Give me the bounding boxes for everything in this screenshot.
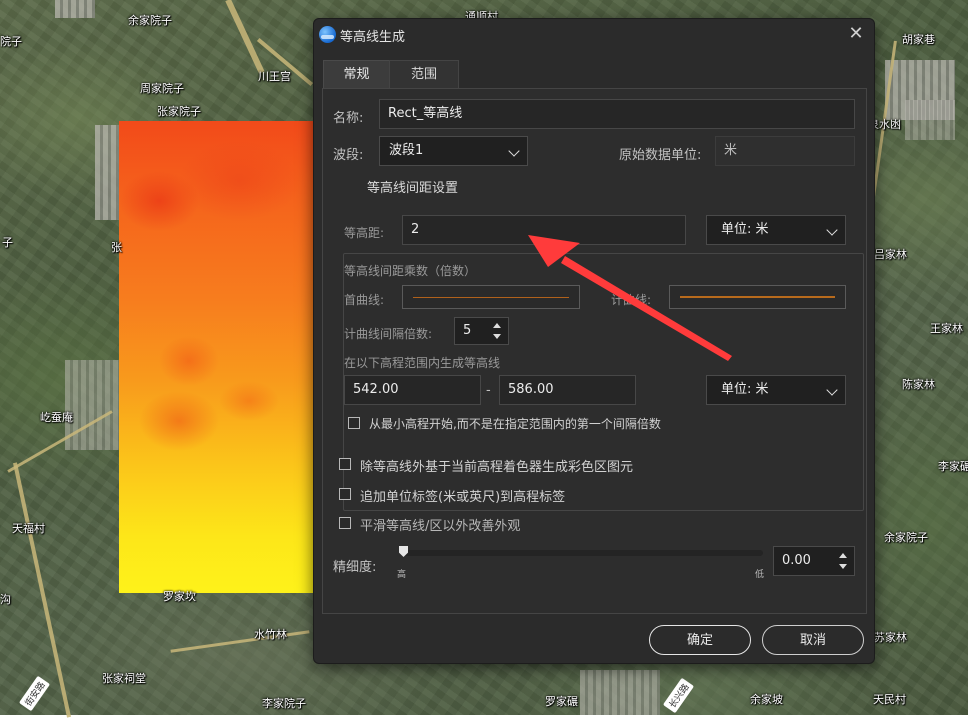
elevation-raster (119, 121, 319, 593)
cancel-button[interactable]: 取消 (762, 625, 864, 655)
place-label: 张家祠堂 (102, 672, 146, 685)
start-min-checkbox[interactable] (348, 417, 360, 429)
smooth-checkbox[interactable] (339, 517, 351, 529)
place-label: 张 (111, 241, 122, 254)
precision-spinner[interactable]: 0.00 (773, 546, 855, 576)
chevron-down-icon (508, 145, 520, 157)
count-interval-value: 5 (463, 323, 472, 338)
interval-group-title: 等高线间距设置 (361, 177, 465, 196)
slider-high-label: 高 (397, 570, 407, 580)
range-separator: - (486, 383, 491, 398)
count-interval-stepper[interactable]: 5 (454, 317, 509, 345)
range-unit-select[interactable]: 单位: 米 (706, 375, 846, 405)
place-label: 院子 (0, 35, 22, 48)
place-label: 天民村 (873, 693, 906, 706)
precision-slider-track[interactable] (403, 550, 763, 556)
place-label: 子 (2, 236, 13, 249)
place-label: 天福村 (12, 522, 45, 535)
place-label: 罗家坎 (163, 590, 196, 603)
chevron-down-icon (826, 384, 838, 396)
color-fill-label: 除等高线外基于当前高程着色器生成彩色区图元 (360, 460, 634, 475)
road-label: 长兴路 (662, 677, 695, 714)
dialog-title: 等高线生成 (340, 30, 406, 45)
stepper-arrows-icon[interactable] (492, 323, 502, 339)
raw-unit-field: 米 (715, 136, 855, 166)
place-label: 屹蚕庵 (40, 411, 73, 424)
place-label: 余家院子 (128, 14, 172, 27)
stepper-arrows-icon[interactable] (838, 553, 848, 569)
place-label: 余家院子 (884, 531, 928, 544)
arrow-shaft (561, 256, 732, 361)
unit-label-label: 追加单位标签(米或英尺)到高程标签 (360, 490, 566, 505)
town-block (55, 0, 95, 18)
range-unit-value: 单位: 米 (721, 382, 769, 397)
precision-value: 0.00 (782, 553, 811, 568)
app-logo-icon (319, 26, 336, 43)
name-input[interactable]: Rect_等高线 (379, 99, 855, 129)
town-block (65, 360, 120, 450)
place-label: 吕家林 (874, 248, 907, 261)
tab-range[interactable]: 范围 (389, 60, 459, 89)
place-label: 周家院子 (140, 82, 184, 95)
chevron-down-icon (826, 224, 838, 236)
band-select-value: 波段1 (389, 143, 424, 158)
ok-button[interactable]: 确定 (649, 625, 751, 655)
tab-general[interactable]: 常规 (323, 60, 390, 89)
start-min-label: 从最小高程开始,而不是在指定范围内的第一个间隔倍数 (369, 417, 661, 431)
place-label: 余家坡 (750, 693, 783, 706)
raw-unit-label: 原始数据单位: (619, 148, 702, 163)
road-label: 街安路 (18, 675, 51, 712)
annotation-arrow (528, 235, 732, 361)
place-label: 陈家林 (902, 378, 935, 391)
multiplier-title: 等高线间距乘数（倍数） (344, 264, 477, 278)
range-min-input[interactable]: 542.00 (344, 375, 481, 405)
place-label: 王家林 (930, 322, 963, 335)
first-curve-label: 首曲线: (344, 293, 385, 307)
place-label: 沟 (0, 593, 11, 606)
place-label: 罗家碾 (545, 695, 578, 708)
dialog-titlebar[interactable]: 等高线生成 ✕ (314, 19, 874, 49)
town-block (580, 670, 660, 715)
place-label: 胡家巷 (902, 33, 935, 46)
place-label: 张家院子 (157, 105, 201, 118)
range-title: 在以下高程范围内生成等高线 (344, 356, 501, 370)
color-fill-checkbox[interactable] (339, 458, 351, 470)
place-label: 川王宫 (258, 70, 291, 83)
count-interval-label: 计曲线间隔倍数: (344, 327, 433, 341)
unit-label-checkbox[interactable] (339, 488, 351, 500)
slider-low-label: 低 (755, 570, 765, 580)
precision-label: 精细度: (333, 560, 377, 575)
road (170, 630, 310, 653)
smooth-label: 平滑等高线/区以外改善外观 (360, 519, 521, 534)
range-max-input[interactable]: 586.00 (499, 375, 636, 405)
place-label: 苏家林 (874, 631, 907, 644)
town-block (905, 100, 955, 140)
band-label: 波段: (333, 148, 364, 163)
close-button[interactable]: ✕ (844, 22, 868, 46)
place-label: 水竹林 (254, 628, 287, 641)
interval-label: 等高距: (344, 226, 385, 240)
band-select[interactable]: 波段1 (379, 136, 528, 166)
place-label: 李家院子 (262, 697, 306, 710)
place-label: 李家碾 (938, 460, 968, 473)
name-label: 名称: (333, 111, 364, 126)
